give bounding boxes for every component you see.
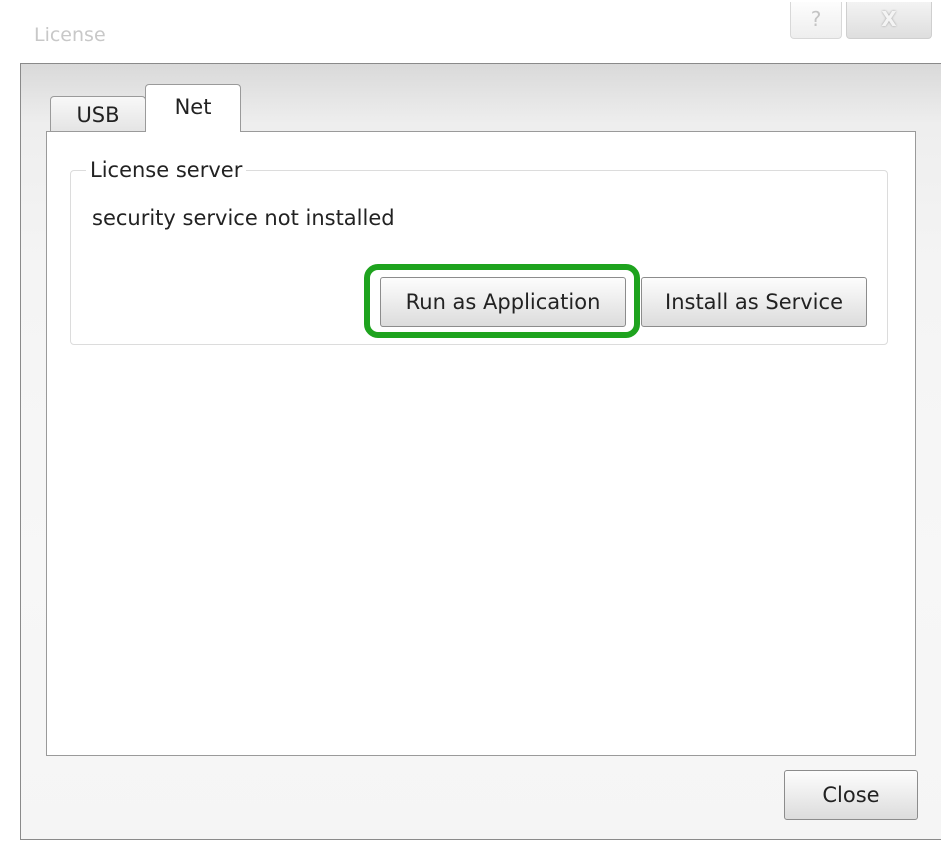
help-button[interactable]: ? xyxy=(790,2,842,39)
window-close-button[interactable]: X xyxy=(846,2,932,39)
close-icon: X xyxy=(881,7,897,31)
license-dialog: License ? X USB Net License server secur… xyxy=(0,0,943,847)
close-button[interactable]: Close xyxy=(784,770,918,820)
install-as-service-button[interactable]: Install as Service xyxy=(641,277,867,327)
run-as-application-button[interactable]: Run as Application xyxy=(380,277,626,327)
tab-net[interactable]: Net xyxy=(145,84,241,132)
status-text: security service not installed xyxy=(92,206,395,230)
window-title: License xyxy=(34,24,106,46)
group-title: License server xyxy=(86,158,247,182)
tab-usb[interactable]: USB xyxy=(50,96,146,132)
question-icon: ? xyxy=(810,7,822,31)
tab-bar: USB Net xyxy=(46,84,246,132)
caption-buttons: ? X xyxy=(790,2,932,40)
